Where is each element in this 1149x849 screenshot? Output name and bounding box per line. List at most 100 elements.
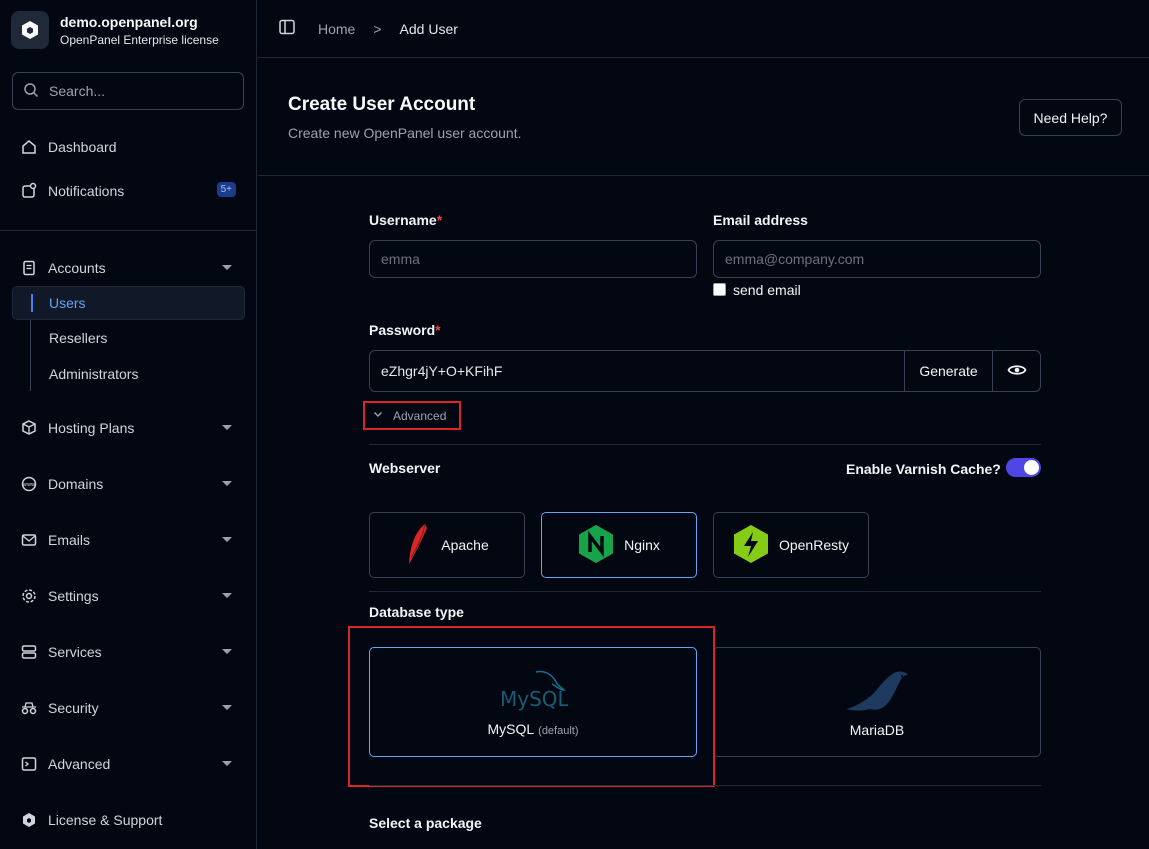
sidebar-item-hosting-plans[interactable]: Hosting Plans — [12, 411, 244, 445]
breadcrumb-home[interactable]: Home — [318, 21, 355, 37]
sidebar-item-advanced[interactable]: Advanced — [12, 747, 244, 781]
database-title: Database type — [369, 604, 464, 620]
package-icon — [20, 419, 38, 437]
email-label: Email address — [713, 212, 808, 228]
svg-text:www: www — [23, 482, 35, 488]
sidebar-item-resellers[interactable]: Resellers — [37, 322, 107, 354]
webserver-card-openresty[interactable]: OpenResty — [713, 512, 869, 578]
sidebar: demo.openpanel.org OpenPanel Enterprise … — [0, 0, 257, 849]
openpanel-icon — [20, 811, 38, 829]
sidebar-item-emails[interactable]: Emails — [12, 523, 244, 557]
search-icon — [23, 82, 39, 101]
webserver-title: Webserver — [369, 460, 441, 476]
password-input[interactable] — [370, 351, 904, 391]
globe-icon: www — [20, 475, 38, 493]
webserver-card-apache[interactable]: Apache — [369, 512, 525, 578]
chevron-down-icon — [222, 425, 232, 430]
nginx-logo-icon — [578, 524, 614, 567]
page-header: Create User Account Create new OpenPanel… — [258, 59, 1149, 176]
advanced-toggle[interactable]: Advanced — [363, 401, 461, 430]
sidebar-item-dashboard[interactable]: Dashboard — [12, 130, 244, 164]
database-option-label: MariaDB — [849, 721, 905, 738]
username-input[interactable] — [369, 240, 697, 278]
sidebar-item-label: Hosting Plans — [48, 420, 135, 436]
home-icon — [20, 138, 38, 156]
mail-icon — [20, 531, 38, 549]
chevron-down-icon — [222, 537, 232, 542]
sidebar-item-users[interactable]: Users — [12, 286, 245, 320]
chevron-down-icon — [222, 705, 232, 710]
database-card-mariadb[interactable]: MariaDB — [713, 647, 1041, 757]
sidebar-item-label: Domains — [48, 476, 104, 492]
sidebar-item-services[interactable]: Services — [12, 635, 244, 669]
breadcrumb-separator: > — [373, 20, 382, 37]
server-icon — [20, 643, 38, 661]
chevron-down-icon — [371, 407, 385, 424]
bell-icon — [20, 182, 38, 200]
search-box[interactable] — [12, 72, 244, 110]
sidebar-item-label: Dashboard — [48, 139, 117, 155]
sidebar-item-label: Advanced — [48, 756, 111, 772]
sidebar-item-label: Notifications — [48, 183, 125, 199]
brand-subtitle: OpenPanel Enterprise license — [60, 32, 219, 47]
brand-title: demo.openpanel.org — [60, 13, 198, 30]
show-password-button[interactable] — [992, 351, 1040, 391]
sidebar-item-notifications[interactable]: Notifications 5+ — [12, 174, 244, 208]
terminal-icon — [20, 755, 38, 773]
send-email-label: send email — [733, 282, 801, 298]
brand[interactable]: demo.openpanel.org OpenPanel Enterprise … — [11, 10, 219, 50]
openpanel-logo-icon — [11, 11, 49, 49]
sidebar-item-label: Resellers — [49, 330, 108, 346]
chevron-down-icon — [222, 593, 232, 598]
varnish-toggle[interactable] — [1006, 458, 1041, 477]
sidebar-item-label: Emails — [48, 532, 91, 548]
generate-button[interactable]: Generate — [904, 351, 992, 391]
advanced-toggle-label: Advanced — [393, 408, 447, 423]
send-email-checkbox[interactable] — [713, 283, 726, 296]
username-label-text: Username — [369, 212, 437, 228]
webserver-card-nginx[interactable]: Nginx — [541, 512, 697, 578]
sidebar-item-license[interactable]: License & Support — [12, 803, 244, 837]
chevron-down-icon — [222, 265, 232, 270]
apache-feather-icon — [405, 522, 431, 569]
spy-icon — [20, 699, 38, 717]
page-title: Create User Account — [288, 94, 476, 115]
mariadb-seal-icon — [842, 667, 912, 716]
openresty-logo-icon — [733, 524, 769, 567]
password-group: Generate — [369, 350, 1041, 392]
highlight-box — [348, 626, 715, 787]
sidebar-divider — [0, 230, 257, 231]
sidebar-item-label: Administrators — [49, 366, 139, 382]
required-marker: * — [436, 212, 443, 228]
sidebar-item-label: Security — [48, 700, 99, 716]
sidebar-item-security[interactable]: Security — [12, 691, 244, 725]
sidebar-item-label: License & Support — [48, 812, 163, 828]
topbar: Home > Add User — [258, 0, 1149, 58]
sidebar-item-label: Users — [49, 295, 86, 311]
sidebar-toggle-icon[interactable] — [278, 18, 296, 39]
sidebar-item-label: Accounts — [48, 260, 106, 276]
gear-icon — [20, 587, 38, 605]
need-help-button[interactable]: Need Help? — [1019, 99, 1122, 136]
page-subtitle: Create new OpenPanel user account. — [288, 125, 522, 141]
email-input[interactable] — [713, 240, 1041, 278]
password-label-text: Password — [369, 322, 436, 338]
eye-icon — [1006, 360, 1027, 383]
chevron-down-icon — [222, 481, 232, 486]
sidebar-item-accounts[interactable]: Accounts — [12, 251, 244, 285]
varnish-label: Enable Varnish Cache? — [846, 461, 1001, 477]
webserver-option-label: Nginx — [624, 537, 660, 553]
sidebar-item-label: Services — [48, 644, 102, 660]
sidebar-item-settings[interactable]: Settings — [12, 579, 244, 613]
sidebar-item-domains[interactable]: www Domains — [12, 467, 244, 501]
search-input[interactable] — [47, 82, 227, 100]
notifications-badge: 5+ — [216, 182, 236, 197]
package-title: Select a package — [369, 815, 482, 831]
document-icon — [20, 259, 38, 277]
username-label: Username* — [369, 212, 442, 228]
sidebar-item-administrators[interactable]: Administrators — [37, 358, 138, 390]
breadcrumb-current: Add User — [399, 20, 458, 37]
webserver-option-label: OpenResty — [778, 537, 850, 553]
chevron-down-icon — [222, 649, 232, 654]
section-divider — [369, 785, 1041, 786]
